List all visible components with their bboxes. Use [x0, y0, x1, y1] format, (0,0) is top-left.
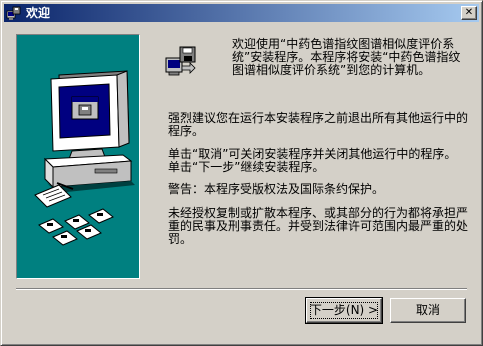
cancel-button-label: 取消 [415, 303, 440, 317]
close-icon: ✕ [464, 7, 474, 18]
setup-icon [6, 6, 21, 20]
welcome-intro-text: 欢迎使用“中药色谱指纹图谱相似度评价系统”安装程序。本程序将安装“中药色谱指纹图… [232, 37, 461, 77]
welcome-illustration-panel [16, 34, 140, 279]
close-button[interactable]: ✕ [461, 6, 477, 20]
title-bar[interactable]: 欢迎 ✕ [4, 4, 479, 22]
setup-wizard-window: 欢迎 ✕ 欢迎使用“中药色谱指纹图谱相似度评价系统”安装程序。本程序将安装“中药… [0, 0, 483, 346]
next-button[interactable]: 下一步(N) > [305, 297, 383, 324]
cancel-next-instructions: 单击“取消”可关闭安装程序并关闭其他运行中的程序。单击“下一步”继续安装程序。 [168, 147, 457, 174]
close-programs-advice: 强烈建议您在运行本安装程序之前退出所有其他运行中的程序。 [168, 111, 469, 138]
setup-icon [165, 46, 196, 76]
computer-with-disks-illustration [34, 70, 135, 246]
window-title: 欢迎 [26, 6, 51, 20]
button-separator [16, 288, 467, 290]
cancel-button[interactable]: 取消 [390, 298, 466, 323]
legal-notice: 未经授权复制或扩散本程序、或其部分的行为都将承担严重的民事及刑事责任。并受到法律… [168, 206, 469, 246]
focus-rectangle [310, 302, 378, 319]
copyright-warning: 警告：本程序受版权法及国际条约保护。 [168, 182, 385, 196]
